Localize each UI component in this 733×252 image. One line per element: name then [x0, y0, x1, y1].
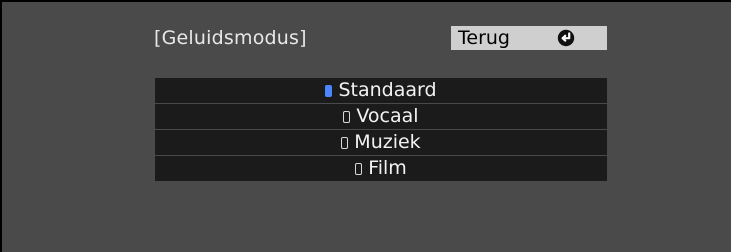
back-button-label: Terug	[458, 27, 510, 49]
option-label: Standaard	[338, 79, 437, 101]
radio-icon	[355, 162, 363, 175]
option-vocaal[interactable]: Vocaal	[155, 104, 607, 130]
back-button[interactable]: Terug	[451, 26, 607, 50]
selected-radio-icon	[325, 84, 333, 97]
option-label: Muziek	[354, 131, 421, 153]
radio-icon	[343, 110, 351, 123]
radio-icon	[341, 136, 349, 149]
enter-return-icon	[557, 29, 575, 47]
option-film[interactable]: Film	[155, 156, 607, 181]
sound-mode-options: Standaard Vocaal Muziek Film	[155, 78, 607, 181]
settings-screen: [Geluidsmodus] Terug Standaard Vocaal Mu…	[0, 0, 731, 252]
option-muziek[interactable]: Muziek	[155, 130, 607, 156]
option-label: Film	[368, 157, 407, 179]
option-label: Vocaal	[356, 105, 419, 127]
menu-title: [Geluidsmodus]	[154, 27, 307, 49]
option-standaard[interactable]: Standaard	[155, 78, 607, 104]
